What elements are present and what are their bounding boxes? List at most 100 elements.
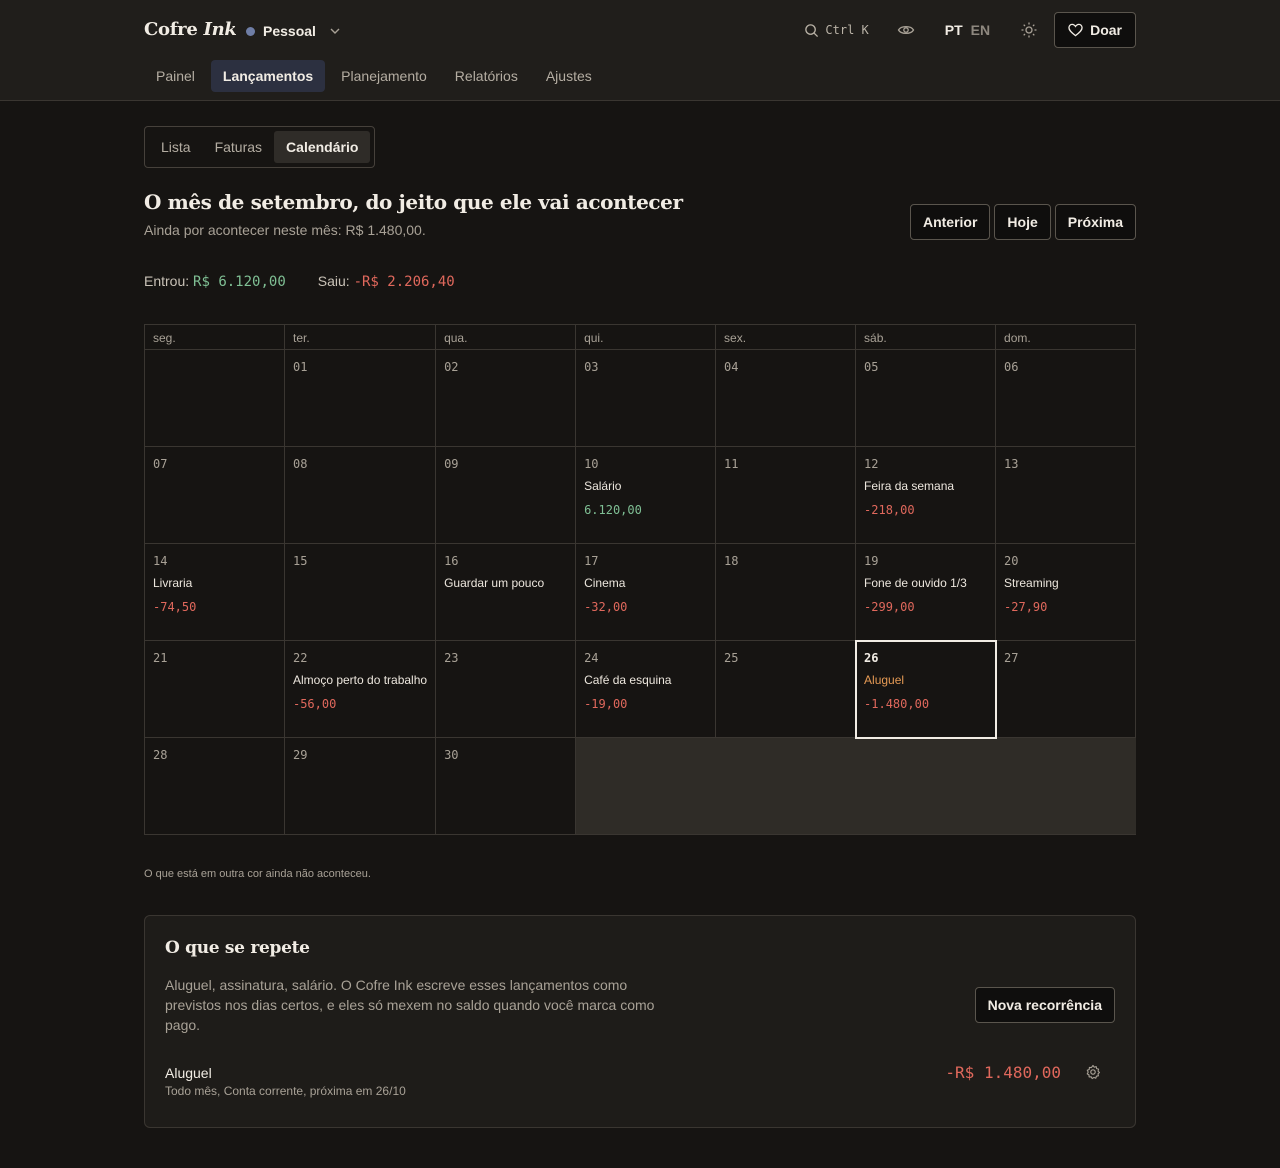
calendar-day-cell[interactable]: 25 — [716, 641, 857, 738]
day-number: 02 — [444, 360, 459, 374]
calendar-day-cell[interactable]: 23 — [436, 641, 577, 738]
calendar-day-cell[interactable]: 14 Livraria -74,50 — [145, 544, 285, 641]
calendar-day-cell[interactable]: 08 — [284, 447, 437, 544]
day-number: 23 — [444, 651, 459, 665]
event-label[interactable]: Feira da semana — [864, 479, 987, 493]
calendar-day-cell[interactable]: 04 — [716, 350, 857, 447]
calendar-day-cell[interactable]: 28 — [145, 738, 285, 835]
new-recurrence-button[interactable]: Nova recorrência — [974, 987, 1115, 1023]
next-month-button[interactable]: Próxima — [1054, 204, 1136, 240]
tab-lista[interactable]: Lista — [149, 131, 203, 163]
lang-pt[interactable]: PT — [945, 22, 963, 38]
calendar-day-cell[interactable]: 12 Feira da semana -218,00 — [856, 447, 997, 544]
search-button[interactable]: Ctrl K — [804, 23, 869, 38]
day-number: 14 — [153, 554, 168, 568]
event-amount: -1.480,00 — [864, 697, 930, 711]
tab-calendario[interactable]: Calendário — [274, 131, 371, 163]
calendar-day-cell[interactable]: 06 — [996, 350, 1136, 447]
expense-value: -R$ 2.206,40 — [353, 274, 455, 290]
event-amount: -19,00 — [584, 697, 628, 711]
event-amount: -27,90 — [1004, 600, 1048, 614]
calendar-day-cell[interactable]: 03 — [576, 350, 717, 447]
calendar-day-cell[interactable]: 30 — [436, 738, 577, 835]
calendar-day-cell[interactable]: 15 — [284, 544, 437, 641]
day-number: 03 — [584, 360, 599, 374]
eye-icon — [897, 25, 914, 35]
tab-faturas[interactable]: Faturas — [203, 131, 274, 163]
calendar-day-cell[interactable]: 18 — [716, 544, 857, 641]
donate-button[interactable]: Doar — [1054, 12, 1136, 48]
calendar-day-cell[interactable]: 22 Almoço perto do trabalho -56,00 — [284, 641, 437, 738]
calendar-day-cell[interactable]: 27 — [996, 641, 1136, 738]
event-label[interactable]: Guardar um pouco — [444, 576, 567, 590]
theme-toggle[interactable] — [1020, 21, 1038, 39]
chevron-down-icon — [330, 28, 340, 34]
event-label[interactable]: Aluguel — [864, 673, 987, 687]
workspace-switcher[interactable]: Pessoal — [246, 22, 342, 40]
weekday-header: dom. — [996, 325, 1136, 350]
day-number: 22 — [292, 651, 308, 665]
calendar-day-cell[interactable]: 20 Streaming -27,90 — [996, 544, 1136, 641]
event-label[interactable]: Streaming — [1004, 576, 1127, 590]
main-nav: Painel Lançamentos Planejamento Relatóri… — [144, 60, 604, 92]
calendar-day-cell[interactable]: 24 Café da esquina -19,00 — [576, 641, 717, 738]
previous-month-button[interactable]: Anterior — [909, 204, 991, 240]
event-label[interactable]: Café da esquina — [584, 673, 707, 687]
day-number: 18 — [724, 554, 739, 568]
nav-ajustes[interactable]: Ajustes — [534, 60, 604, 92]
event-label[interactable]: Almoço perto do trabalho — [293, 673, 427, 687]
calendar-day-cell[interactable]: 01 — [284, 350, 437, 447]
event-amount: 6.120,00 — [584, 503, 642, 517]
calendar-day-cell[interactable]: 26 Aluguel -1.480,00 — [855, 640, 998, 739]
recurring-item-meta: Todo mês, Conta corrente, próxima em 26/… — [165, 1084, 406, 1098]
header-actions: Ctrl K PT EN Doar — [804, 12, 1136, 48]
calendar-day-cell[interactable]: 05 — [856, 350, 997, 447]
event-label[interactable]: Cinema — [584, 576, 707, 590]
privacy-toggle[interactable] — [897, 21, 915, 39]
day-number: 17 — [584, 554, 599, 568]
calendar-day-cell[interactable]: 21 — [145, 641, 285, 738]
event-label[interactable]: Fone de ouvido 1/3 — [864, 576, 987, 590]
day-number: 15 — [292, 554, 308, 568]
calendar-day-cell[interactable]: 11 — [716, 447, 857, 544]
event-label[interactable]: Livraria — [153, 576, 276, 590]
calendar-day-cell[interactable]: 16 Guardar um pouco — [436, 544, 577, 641]
brand-logo[interactable]: Cofre Ink — [144, 19, 237, 40]
calendar-day-cell[interactable]: 19 Fone de ouvido 1/3 -299,00 — [856, 544, 997, 641]
nav-planejamento[interactable]: Planejamento — [329, 60, 439, 92]
event-label[interactable]: Salário — [584, 479, 707, 493]
app-header: Cofre Ink Pessoal Ctrl K PT EN Doar Pain… — [0, 0, 1280, 101]
calendar-day-cell[interactable]: 17 Cinema -32,00 — [576, 544, 717, 641]
calendar-day-cell[interactable]: 29 — [284, 738, 437, 835]
weekday-header: sáb. — [856, 325, 997, 350]
event-amount: -218,00 — [864, 503, 915, 517]
nav-painel[interactable]: Painel — [144, 60, 207, 92]
calendar-day-cell[interactable]: 07 — [145, 447, 285, 544]
event-amount: -56,00 — [292, 697, 337, 711]
day-number: 16 — [444, 554, 459, 568]
day-number: 10 — [584, 457, 599, 471]
day-number: 30 — [444, 748, 459, 762]
calendar-day-cell[interactable]: 02 — [436, 350, 577, 447]
recurring-item-amount: -R$ 1.480,00 — [945, 1063, 1061, 1082]
gear-icon[interactable] — [1085, 1064, 1101, 1080]
sun-icon — [1021, 22, 1037, 38]
calendar-day-cell[interactable]: 09 — [436, 447, 577, 544]
nav-lancamentos[interactable]: Lançamentos — [210, 60, 326, 92]
lang-en[interactable]: EN — [971, 22, 990, 38]
calendar-day-cell[interactable]: 13 — [996, 447, 1136, 544]
weekday-header: qui. — [576, 325, 717, 350]
brand-name: Cofre — [144, 19, 198, 40]
income-total: Entrou: R$ 6.120,00 — [144, 273, 286, 290]
donate-label: Doar — [1090, 22, 1122, 38]
calendar-day-cell[interactable]: 10 Salário 6.120,00 — [576, 447, 717, 544]
day-number: 07 — [153, 457, 168, 471]
calendar-next-month-area — [576, 738, 1136, 835]
search-icon — [805, 23, 819, 37]
day-number: 28 — [153, 748, 168, 762]
nav-relatorios[interactable]: Relatórios — [443, 60, 530, 92]
today-button[interactable]: Hoje — [994, 204, 1051, 240]
brand-accent: Ink — [203, 19, 237, 40]
day-number: 06 — [1004, 360, 1019, 374]
recurring-item-name[interactable]: Aluguel — [165, 1065, 212, 1081]
